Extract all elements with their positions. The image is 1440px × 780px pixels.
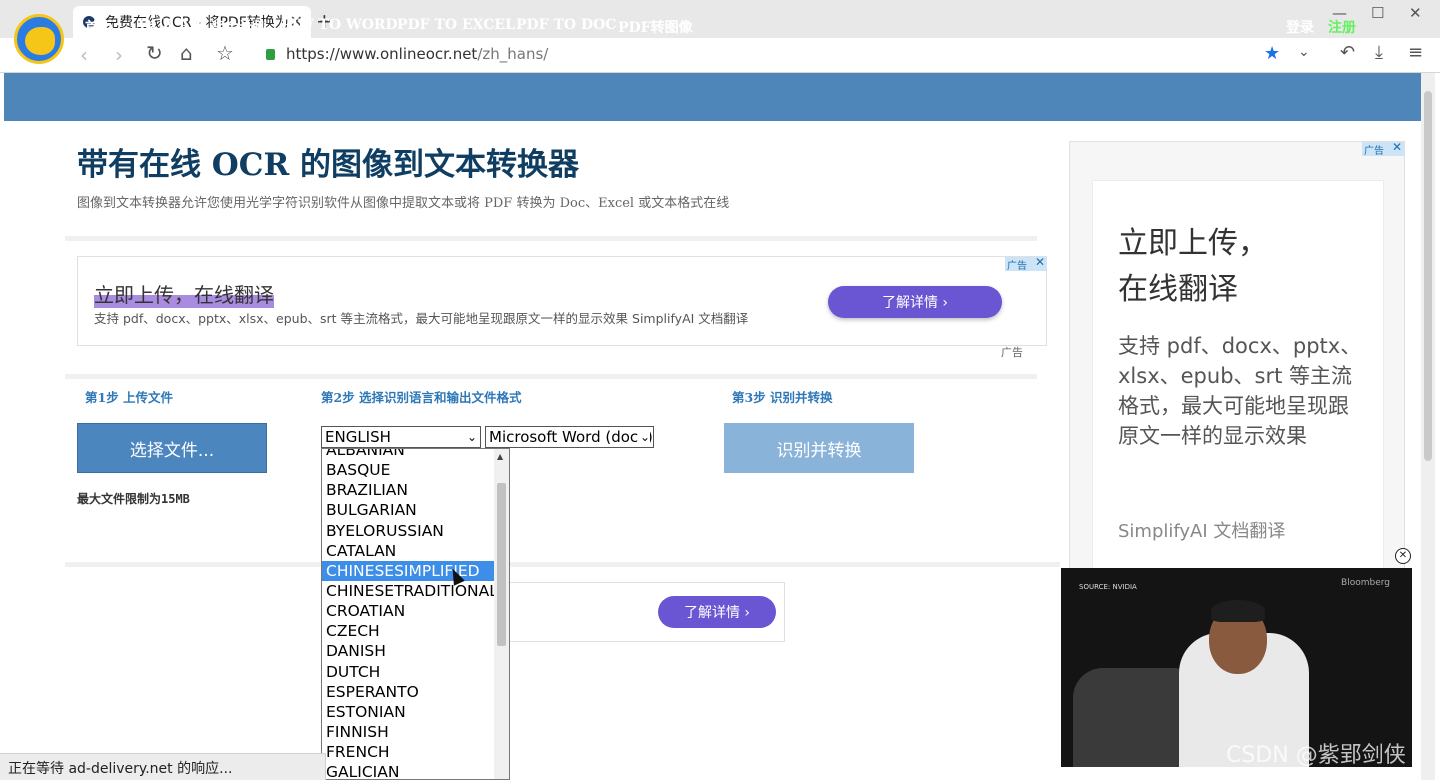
forward-icon[interactable]: › [115, 43, 123, 67]
ad-banner-title: 立即上传，在线翻译 [94, 279, 274, 308]
ad-banner[interactable]: 立即上传，在线翻译 支持 pdf、docx、pptx、xlsx、epub、srt… [77, 256, 1047, 346]
bookmark-star-icon[interactable]: ☆ [216, 41, 234, 65]
ad-small-learn-more-button[interactable]: 了解详情 › [658, 596, 776, 628]
language-option[interactable]: ALBANIAN [322, 449, 495, 460]
ad-label: 广告 [1001, 346, 1023, 359]
url-host: https://www.onlineocr.net [286, 45, 478, 63]
ad-side-brand: SimplifyAI 文档翻译 [1118, 521, 1286, 542]
language-option[interactable]: CZECH [322, 621, 495, 641]
language-option[interactable]: CHINESESIMPLIFIED [322, 560, 495, 581]
video-brand-label: Bloomberg [1341, 578, 1390, 588]
ad-side-title-line1: 立即上传， [1118, 226, 1268, 261]
nav-ocr-api[interactable]: OCR API [139, 17, 207, 33]
ad-side-choices-icon[interactable]: 广告 ✕ [1362, 140, 1404, 157]
format-select-value: Microsoft Word (docx) [489, 428, 653, 446]
page-title: 带有在线 OCR 的图像到文本转换器 [77, 147, 580, 183]
ad-side[interactable]: 立即上传， 在线翻译 支持 pdf、docx、pptx、xlsx、epub、sr… [1069, 141, 1405, 581]
scroll-up-icon[interactable]: ▲ [497, 452, 503, 461]
page-scrollbar[interactable] [1421, 73, 1435, 780]
ad-side-title-line2: 在线翻译 [1118, 272, 1238, 307]
undo-icon[interactable]: ↶ [1340, 42, 1355, 63]
address-toolbar: ‹ › ↻ ⌂ ☆ https://www.onlineocr.net/zh_h… [0, 38, 1440, 73]
ad-banner-desc: 支持 pdf、docx、pptx、xlsx、epub、srt 等主流格式，最大可… [94, 311, 749, 326]
chevron-down-icon: ⌄ [637, 427, 650, 447]
language-select-value: ENGLISH [325, 428, 391, 446]
nav-pdf-to-image[interactable]: PDF转图像 [618, 17, 693, 37]
ad-side-choices-label: 广告 [1364, 145, 1384, 157]
status-bar: 正在等待 ad-delivery.net 的响应... [0, 753, 326, 780]
bookmarked-star-icon[interactable]: ★ [1264, 43, 1280, 64]
nav-pdf-to-word[interactable]: PDF TO WORD [281, 17, 398, 33]
menu-icon[interactable]: ≡ [1408, 42, 1423, 63]
home-icon[interactable]: ⌂ [180, 41, 193, 65]
ad-side-desc: 支持 pdf、docx、pptx、xlsx、epub、srt 等主流格式，最大可… [1118, 334, 1362, 448]
chevron-down-icon[interactable]: ⌄ [1298, 44, 1310, 60]
browser-window: 免费在线OCR - 将PDF转换为 ✕ + — ☐ ✕ ‹ › ↻ ⌂ ☆ ht… [0, 0, 1440, 780]
divider [65, 236, 1037, 241]
language-option[interactable]: DUTCH [322, 662, 495, 682]
language-select[interactable]: ENGLISH ⌄ [321, 426, 481, 448]
dropdown-scroll-thumb[interactable] [497, 483, 506, 646]
page-scroll-thumb[interactable] [1424, 91, 1432, 461]
step2-label: 第2步 选择识别语言和输出文件格式 [321, 390, 522, 405]
login-link[interactable]: 登录 [1286, 17, 1314, 37]
page-subtitle: 图像到文本转换器允许您使用光学字符识别软件从图像中提取文本或将 PDF 转换为 … [77, 196, 730, 211]
site-header [4, 73, 1421, 121]
divider [65, 562, 1060, 567]
language-option[interactable]: CROATIAN [322, 601, 495, 621]
profile-avatar-icon[interactable] [14, 14, 64, 64]
file-limit-text: 最大文件限制为15MB [77, 492, 190, 506]
step1-label: 第1步 上传文件 [85, 390, 174, 405]
reload-icon[interactable]: ↻ [146, 41, 163, 65]
nav-pdf-to-excel[interactable]: PDF TO EXCEL [397, 17, 515, 33]
ad-choices-label: 广告 [1007, 260, 1027, 272]
url-bar[interactable]: https://www.onlineocr.net/zh_hans/ [286, 45, 548, 63]
close-window-button[interactable]: ✕ [1409, 4, 1422, 22]
ad-close-icon[interactable]: ✕ [1035, 255, 1045, 269]
video-person-hair [1211, 600, 1265, 622]
language-option[interactable]: ESPERANTO [322, 682, 495, 702]
language-option[interactable]: CHINESETRADITIONAL [322, 581, 498, 601]
watermark: CSDN @紫郢剑侠 [1226, 743, 1406, 768]
format-select[interactable]: Microsoft Word (docx) ⌄ [485, 426, 654, 448]
language-dropdown-list[interactable]: ALBANIAN BASQUE BRAZILIAN BULGARIAN BYELORUS… [321, 448, 510, 780]
language-option[interactable]: ESTONIAN [322, 702, 495, 722]
video-source-label: SOURCE: NVIDIA [1079, 583, 1137, 591]
language-option[interactable]: GALICIAN [322, 762, 495, 779]
ad-choices-icon[interactable]: 广告 ✕ [1005, 255, 1047, 272]
lock-icon[interactable] [266, 49, 275, 60]
choose-file-button[interactable]: 选择文件... [77, 423, 267, 473]
url-path: /zh_hans/ [477, 45, 549, 63]
video-close-icon[interactable]: ✕ [1395, 548, 1411, 564]
nav-bonus-plan[interactable]: 奖金计划 [211, 17, 267, 37]
language-option[interactable]: BYELORUSSIAN [322, 521, 495, 541]
language-option[interactable]: CATALAN [322, 541, 495, 561]
language-option[interactable]: FINNISH [322, 722, 495, 742]
ad-learn-more-button[interactable]: 了解详情 › [828, 286, 1002, 318]
ad-side-close-icon[interactable]: ✕ [1392, 140, 1402, 154]
ad-side-card[interactable]: 立即上传， 在线翻译 支持 pdf、docx、pptx、xlsx、epub、sr… [1092, 180, 1384, 580]
language-option[interactable]: BULGARIAN [322, 500, 495, 520]
convert-button[interactable]: 识别并转换 [724, 423, 914, 473]
language-option[interactable]: BASQUE [322, 460, 495, 480]
step3-label: 第3步 识别并转换 [732, 390, 833, 405]
language-option[interactable]: DANISH [322, 641, 495, 661]
language-options: ALBANIAN BASQUE BRAZILIAN BULGARIAN BYELORUS… [322, 449, 498, 779]
ad-side-title: 立即上传， 在线翻译 [1118, 221, 1378, 313]
ad-small[interactable]: 了解详情 › [490, 582, 785, 642]
register-link[interactable]: 注册 [1328, 17, 1356, 37]
language-option[interactable]: FRENCH [322, 742, 495, 762]
nav-pdf-to-doc[interactable]: PDF TO DOC [516, 17, 616, 33]
back-icon[interactable]: ‹ [80, 43, 88, 67]
divider [65, 374, 1037, 379]
language-option[interactable]: BRAZILIAN [322, 480, 495, 500]
dropdown-scrollbar[interactable]: ▲ [494, 449, 509, 779]
maximize-button[interactable]: ☐ [1371, 4, 1384, 22]
download-icon[interactable]: ⤓ [1375, 42, 1383, 63]
nav-home[interactable]: 首页 [85, 17, 113, 37]
chevron-down-icon: ⌄ [466, 430, 477, 444]
